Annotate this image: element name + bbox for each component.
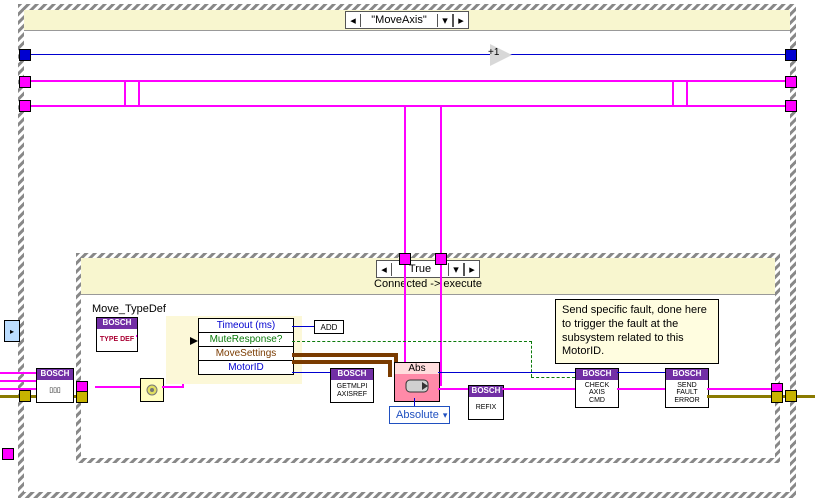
wire-movesettings [292,353,398,357]
tunnel-inner [76,391,88,403]
outer-case-prev[interactable]: ◂ [346,14,361,27]
wire-movesettings [388,360,392,377]
dropdown-icon: ▾ [443,410,448,421]
wire-motorid [292,372,330,373]
unbundle-item-mute: MuteResponse? [199,332,293,346]
send-fault-error-vi[interactable]: BOSCH SEND FAULT ERROR [665,368,709,408]
tunnel-outer [785,76,797,88]
abs-label: Abs [395,363,439,374]
inner-case-dropdown[interactable]: ▾ [448,263,464,276]
typedef-node[interactable]: BOSCH TYPE DEF [96,317,138,352]
outer-case-next[interactable]: ▸ [453,14,468,27]
typedef-label: Move_TypeDef [92,303,166,315]
tunnel-error [19,390,31,402]
unbundle-item-timeout: Timeout (ms) [199,319,293,332]
unbundle-item-movesettings: MoveSettings [199,346,293,360]
bosch-header: BOSCH [37,369,73,380]
wire-muteresponse [292,341,532,342]
bosch-header: BOSCH [97,318,137,329]
left-bosch-vi[interactable]: BOSCH ▯▯▯ [36,368,74,403]
inner-case-subtitle: Connected -> execute [81,278,775,290]
bosch-header: BOSCH [331,369,373,380]
inner-case-next[interactable]: ▸ [464,263,479,276]
bosch-header: BOSCH [576,369,618,380]
check-axis-cmd-vi[interactable]: BOSCH CHECK AXIS CMD [575,368,619,408]
refix-body: REFIX [469,397,503,419]
tunnel-outer [785,49,797,61]
comment-note: Send specific fault, done here to trigge… [555,299,719,364]
comment-text: Send specific fault, done here to trigge… [562,304,707,357]
tunnel-outer [19,100,31,112]
add-node[interactable]: ADD [314,320,344,334]
bosch-header: BOSCH [666,369,708,380]
refix-vi[interactable]: BOSCH REFIX [468,385,504,420]
absolute-mode-label: Absolute [396,409,439,421]
inner-case-prev[interactable]: ◂ [377,263,392,276]
getmlpi-axisref-vi[interactable]: BOSCH GETMLPI AXISREF [330,368,374,403]
tunnel-error [785,390,797,402]
unbundle-by-name[interactable]: Timeout (ms) MuteResponse? MoveSettings … [198,318,294,375]
unbundle-item-motorid: MotorID [199,360,293,374]
left-terminal: ▸ [4,320,20,342]
wire-muteresponse [531,377,575,378]
add-label: ADD [321,323,338,332]
inner-case-selector[interactable]: ◂ True ▾ ▸ [376,260,480,278]
outer-case-label: "MoveAxis" [361,14,437,26]
wire-movesettings [292,360,392,364]
tunnel-bottom [2,448,14,460]
tunnel-inner [771,391,783,403]
increment-label: +1 [488,47,499,58]
increment-node: +1 [490,44,512,66]
tunnel-inner [399,253,411,265]
checkaxis-body: CHECK AXIS CMD [576,380,618,407]
tunnel-outer [19,49,31,61]
outer-case-selector[interactable]: ◂ "MoveAxis" ▾ ▸ [345,11,469,29]
tunnel-outer [785,100,797,112]
getmlpi-body: GETMLPI AXISREF [331,380,373,402]
sendfault-body: SEND FAULT ERROR [666,380,708,407]
absolute-mode-selector[interactable]: Absolute ▾ [389,406,450,424]
tunnel-inner [435,253,447,265]
abs-move-node[interactable]: Abs [394,362,440,402]
unbundle-helper[interactable] [140,378,164,402]
bosch-header: BOSCH [469,386,503,397]
typedef-body: TYPE DEF [97,329,137,351]
tunnel-outer [19,76,31,88]
outer-case-dropdown[interactable]: ▾ [437,14,453,27]
